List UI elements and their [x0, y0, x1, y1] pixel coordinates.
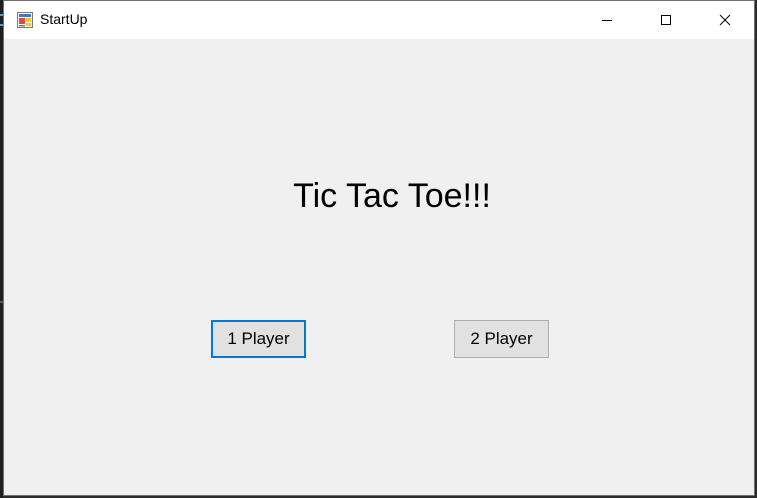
one-player-button[interactable]: 1 Player — [211, 320, 306, 358]
minimize-button[interactable] — [584, 1, 630, 39]
minimize-icon — [602, 20, 612, 21]
startup-window: StartUp Tic Tac Toe!!! 1 Player 2 Player — [3, 0, 755, 496]
client-area: Tic Tac Toe!!! 1 Player 2 Player — [4, 39, 754, 495]
close-button[interactable] — [702, 1, 748, 39]
maximize-button[interactable] — [643, 1, 689, 39]
title-bar[interactable]: StartUp — [4, 1, 754, 39]
close-icon — [719, 14, 731, 26]
window-title: StartUp — [40, 11, 88, 27]
app-icon[interactable] — [17, 12, 33, 28]
two-player-button[interactable]: 2 Player — [454, 320, 549, 358]
maximize-icon — [661, 15, 671, 25]
game-title: Tic Tac Toe!!! — [293, 177, 491, 215]
